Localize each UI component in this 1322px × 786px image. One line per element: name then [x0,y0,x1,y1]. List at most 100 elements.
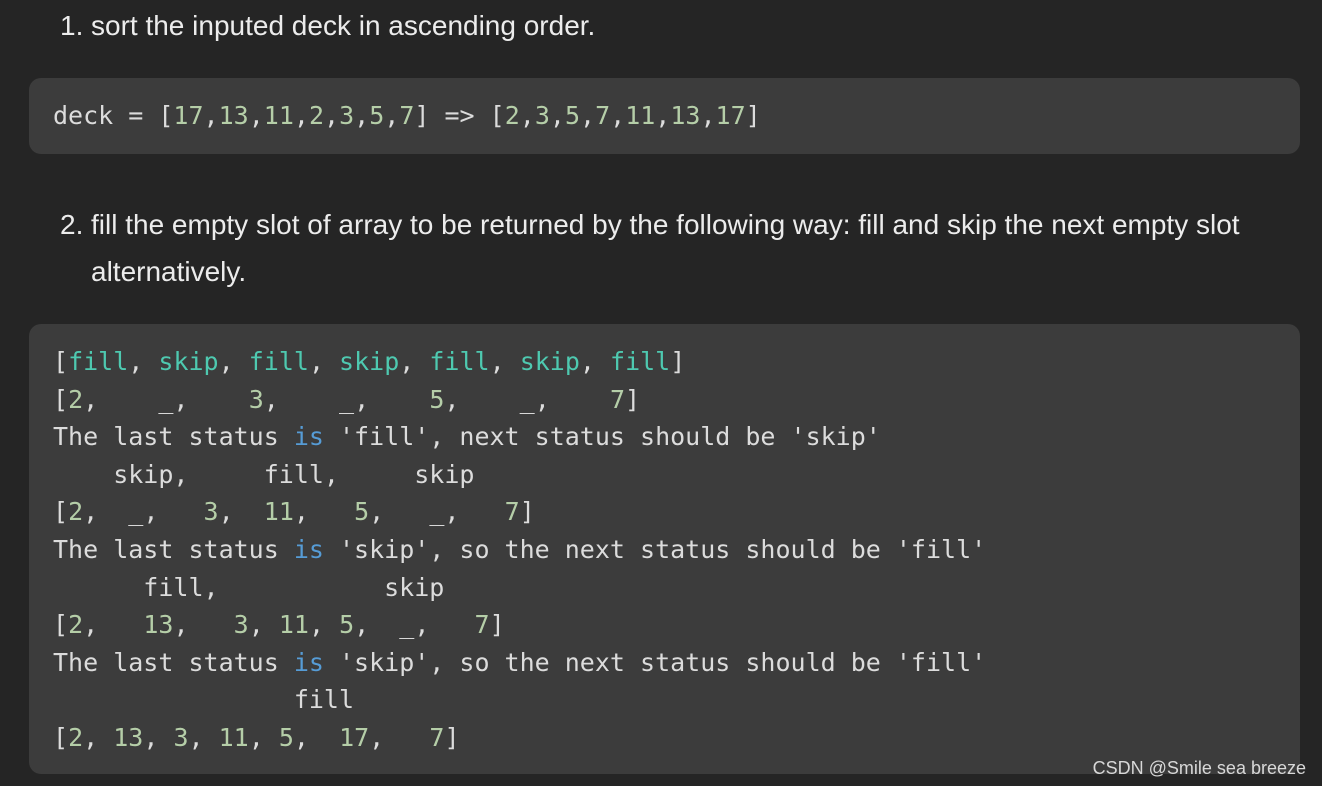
code-token: 5 [278,722,294,752]
code-token: ] [519,497,535,527]
code-line: The last status is 'skip', so the next s… [53,644,1300,682]
code-token: 2 [68,722,84,752]
code-token: 11 [263,497,294,527]
code-token: , _, [83,497,204,527]
code-token: , [369,722,430,752]
code-token: 2 [68,384,84,414]
code-line: The last status is 'skip', so the next s… [53,531,1300,569]
code-token: , _, [444,384,610,414]
code-token: , [83,610,144,640]
code-token: is [293,647,324,677]
code-token: ] [489,610,505,640]
code-token: , _, [354,610,475,640]
code-token: , [610,101,626,130]
code-token: [ [53,347,69,376]
code-line: skip, fill, skip [53,456,1300,494]
code-token: 7 [595,101,611,130]
code-token: , [579,347,611,376]
code-token: , [293,497,355,527]
code-token: 3 [534,101,550,130]
code-token: 5 [429,384,445,414]
code-token: 5 [339,610,355,640]
code-token: 3 [339,101,355,130]
step-text: sort the inputed deck in ascending order… [91,10,596,41]
code-token: 7 [609,384,626,414]
code-token: , [384,101,400,130]
code-token: 11 [263,101,294,130]
code-token: , [308,347,340,376]
code-token: 11 [278,610,309,640]
step-text: fill the empty slot of array to be retur… [91,209,1240,287]
code-token: , [308,610,340,640]
code-token: 11 [218,722,249,752]
code-token: 2 [68,497,84,527]
code-token: 2 [504,101,520,130]
code-token: deck = [ [53,101,174,130]
code-token: 2 [308,101,324,130]
code-token: skip [519,347,580,376]
code-token: 7 [474,610,490,640]
code-block-sort: deck = [17,13,11,2,3,5,7] => [2,3,5,7,11… [29,78,1300,154]
code-token: , [655,101,671,130]
code-token: 3 [248,384,264,414]
watermark: CSDN @Smile sea breeze [1092,758,1306,778]
step-1: 1. sort the inputed deck in ascending ord… [60,2,1251,49]
step-number: 2. [60,209,84,240]
code-token: , [293,101,309,130]
code-token: fill [610,347,671,376]
code-token: 7 [399,101,415,130]
code-line: [2, _, 3, _, 5, _, 7] [53,381,1300,419]
code-token: ] [625,384,641,414]
code-token: 3 [203,497,219,527]
code-token: 3 [233,610,249,640]
code-token: is [293,534,324,564]
code-token: , [519,101,535,130]
code-token: 5 [564,101,580,130]
code-token: [ [53,722,69,752]
code-token: The last status [53,647,294,677]
code-token: is [293,422,324,452]
code-token: , [143,722,174,752]
code-token: 5 [369,101,385,130]
code-block-fill-skip: [fill, skip, fill, skip, fill, skip, fil… [29,324,1300,774]
code-token: 2 [68,610,84,640]
code-token: 'skip', so the next status should be 'fi… [323,534,987,564]
code-token: , [83,722,114,752]
code-token: skip [339,347,400,376]
code-token: 17 [173,101,204,130]
code-token: , [218,347,249,376]
code-token: ] [745,101,761,130]
code-line: [fill, skip, fill, skip, fill, skip, fil… [53,343,1300,381]
code-token: [ [53,610,69,640]
code-line: fill, skip [53,569,1300,607]
code-token: , [218,497,264,527]
step-2: 2. fill the empty slot of array to be ret… [60,201,1251,295]
code-token: The last status [53,534,294,564]
code-token: ] => [ [414,101,505,130]
code-token: , _, [369,497,505,527]
code-token: 13 [113,722,144,752]
code-token: , [399,347,430,376]
code-token: , [324,101,340,130]
code-token: , [354,101,370,130]
code-token: [ [53,384,69,414]
code-token: , [128,347,159,376]
code-token: 5 [354,497,370,527]
code-token: , [248,610,279,640]
code-token: [ [53,497,69,527]
code-token: 13 [143,610,174,640]
code-token: , [248,101,264,130]
code-token: , [248,722,279,752]
code-token: , [549,101,565,130]
code-token: , [173,610,234,640]
code-token: The last status [53,422,294,452]
code-token: fill [248,347,309,376]
code-token: ] [670,347,686,376]
code-token: 13 [218,101,249,130]
code-token: 11 [625,101,656,130]
code-line: fill [53,681,1300,719]
step-number: 1. [60,10,84,41]
code-token: fill [68,347,129,376]
code-token: , _, [263,384,430,414]
code-token: 17 [715,101,746,130]
